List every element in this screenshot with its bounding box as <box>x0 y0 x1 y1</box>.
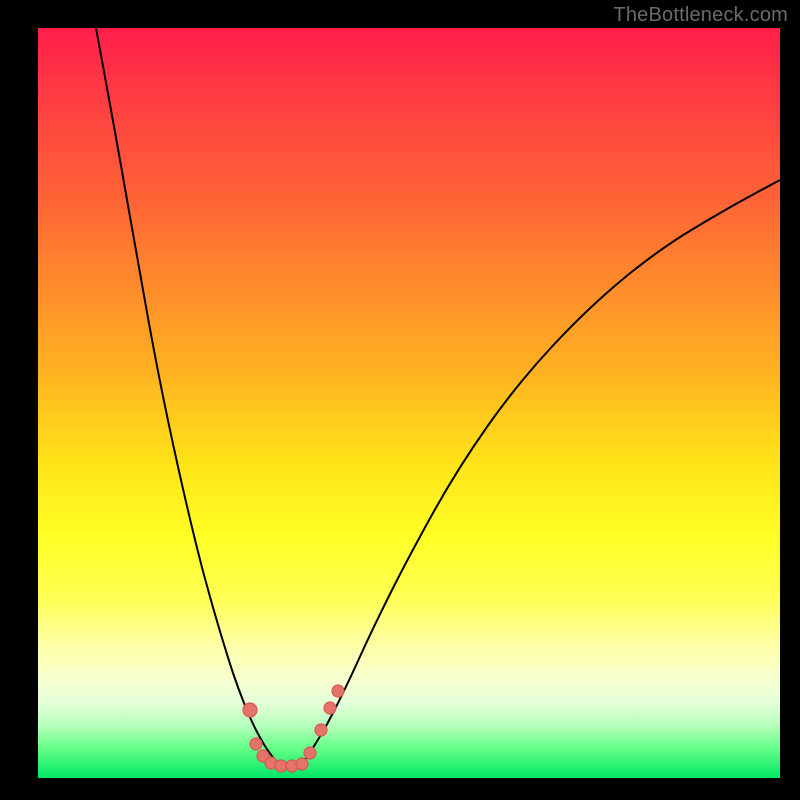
right-curve <box>303 180 780 763</box>
curve-marker <box>296 758 308 770</box>
curve-marker <box>324 702 336 714</box>
chart-frame: TheBottleneck.com <box>0 0 800 800</box>
curve-markers <box>243 685 344 772</box>
curve-marker <box>275 760 287 772</box>
curve-layer <box>38 28 780 778</box>
curve-marker <box>315 724 327 736</box>
curve-marker <box>332 685 344 697</box>
curve-marker <box>243 703 257 717</box>
watermark-text: TheBottleneck.com <box>613 4 788 27</box>
curve-marker <box>250 738 262 750</box>
curve-marker <box>304 747 316 759</box>
plot-area <box>38 28 780 778</box>
left-curve <box>96 28 278 763</box>
